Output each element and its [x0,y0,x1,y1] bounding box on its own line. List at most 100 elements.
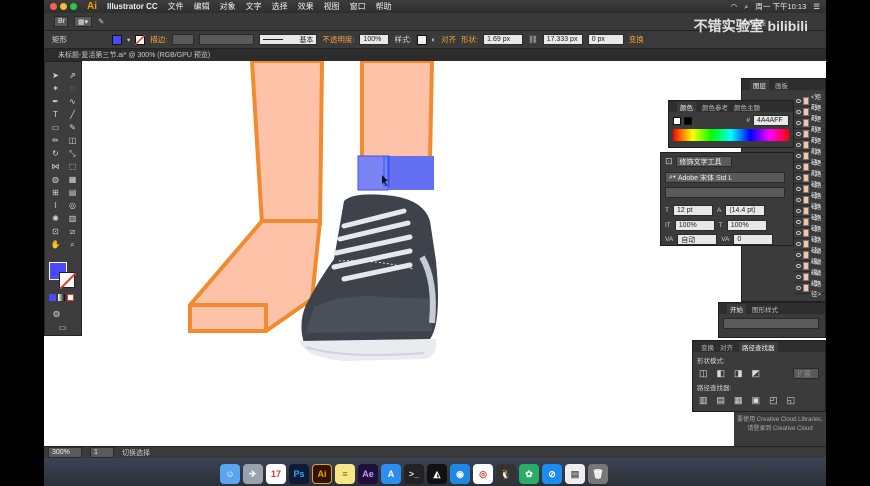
style-swatch[interactable] [416,34,427,45]
visibility-eye-icon[interactable] [796,198,801,202]
selection-tool-icon[interactable]: ➤ [48,70,63,81]
paintbrush-icon[interactable]: ✎ [65,122,80,133]
divide-icon[interactable]: ▥ [699,395,708,406]
zoom-window-button[interactable] [70,3,77,10]
close-window-button[interactable] [50,3,57,10]
wifi-icon[interactable]: ◠ [731,2,738,11]
minus-back-icon[interactable]: ◱ [787,395,796,406]
app-name[interactable]: Illustrator CC [107,2,158,11]
menu-list-icon[interactable]: ☰ [813,2,820,11]
font-family-field[interactable]: ⌕▾ Adobe 宋体 Std L [665,172,785,183]
qq-icon[interactable]: 🐧 [496,464,516,484]
notes-icon[interactable]: ≡ [335,464,355,484]
unity-icon[interactable]: ◭ [427,464,447,484]
color-mode-icon[interactable] [49,294,56,301]
stroke-weight-field[interactable] [172,34,195,45]
menu-file[interactable]: 文件 [168,1,184,12]
search-icon[interactable]: ⌕ [744,2,748,12]
crop-icon[interactable]: ▣ [752,395,761,406]
visibility-eye-icon[interactable] [796,275,801,279]
menu-type[interactable]: 文字 [246,1,262,12]
appearance-field[interactable] [723,318,819,329]
tab-artboards[interactable]: 画板 [775,80,788,90]
calendar-icon[interactable]: 17 [266,464,286,484]
visibility-eye-icon[interactable] [796,264,801,268]
app-store-icon[interactable]: A [381,464,401,484]
expand-button[interactable]: 扩展 [793,368,819,379]
menu-edit[interactable]: 编辑 [194,1,210,12]
visibility-eye-icon[interactable] [796,154,801,158]
touch-type-button[interactable]: 修饰文字工具 [675,156,732,167]
fill-mini-swatch[interactable] [684,116,692,125]
wechat-icon[interactable]: ✿ [519,464,539,484]
height-field[interactable]: 17.333 px [542,34,583,45]
br-icon[interactable]: Br [54,16,68,27]
hand-tool-icon[interactable]: ✋ [48,239,63,250]
gradient-tool-icon[interactable]: ▤ [65,187,80,198]
shape-builder-icon[interactable]: ◍ [48,174,63,185]
right-leg[interactable] [360,61,435,161]
visibility-eye-icon[interactable] [796,187,801,191]
clock[interactable]: 周一 下午10:13 [755,1,806,12]
font-size-field[interactable]: 12 pt [672,205,713,216]
visibility-eye-icon[interactable] [796,176,801,180]
outline-icon[interactable]: ◰ [769,395,778,406]
transform-label[interactable]: 变换 [629,34,644,45]
opacity-field[interactable]: 100% [359,34,390,45]
intersect-icon[interactable]: ◨ [734,368,743,379]
left-leg[interactable] [249,61,325,225]
tab-layers[interactable]: 图层 [750,79,769,90]
trash-icon[interactable]: 🗑 [588,464,608,484]
fill-swatch[interactable] [112,34,122,45]
shape-label[interactable]: 形状: [461,34,478,45]
menu-window[interactable]: 窗口 [350,1,366,12]
stroke-color-box[interactable] [59,272,76,289]
stroke-mini-swatch[interactable] [673,116,681,125]
pen-tool-icon[interactable]: ✒ [48,96,63,107]
screen-mode-icon[interactable]: ▭ [55,322,70,333]
tab-color-themes[interactable]: 颜色主题 [734,102,760,112]
zoom-field[interactable]: 300% [48,447,82,458]
color-spectrum[interactable] [673,129,789,141]
minimize-window-button[interactable] [60,3,67,10]
width-field[interactable]: 1.69 px [483,34,524,45]
safari-icon[interactable]: ⊘ [542,464,562,484]
none-mode-icon[interactable] [67,294,74,301]
pencil-icon[interactable]: ✏ [48,135,63,146]
perspective-grid-icon[interactable]: ▦ [65,174,80,185]
unite-icon[interactable]: ◫ [699,368,708,379]
gradient-mode-icon[interactable] [58,294,65,301]
width-tool-icon[interactable]: ⋈ [48,161,63,172]
artboard-tool-icon[interactable]: ⊡ [48,226,63,237]
tab-color-guide[interactable]: 颜色参考 [702,102,728,112]
link-icon[interactable]: ⛓ [528,35,538,44]
after-effects-icon[interactable]: Ae [358,464,378,484]
photoshop-icon[interactable]: Ps [289,464,309,484]
visibility-eye-icon[interactable] [796,253,801,257]
exclude-icon[interactable]: ◩ [752,368,761,379]
menu-effect[interactable]: 效果 [298,1,314,12]
align-label[interactable]: 对齐 [441,34,456,45]
rotate-tool-icon[interactable]: ↻ [48,148,63,159]
layout-icon[interactable]: ▦▾ [74,16,92,27]
visibility-eye-icon[interactable] [796,132,801,136]
pen-icon[interactable]: ✎ [98,17,104,26]
horizontal-scale-field[interactable]: 100% [726,220,767,231]
recolor-icon[interactable]: ◐ [432,35,437,44]
menu-view[interactable]: 视图 [324,1,340,12]
tab-graphic-styles[interactable]: 图形样式 [752,304,778,314]
tracking-field[interactable]: 0 [733,234,774,245]
menu-help[interactable]: 帮助 [376,1,392,12]
vertical-scale-field[interactable]: 100% [674,220,715,231]
stroke-swatch[interactable] [135,34,146,45]
tab-transform[interactable]: 变换 [701,342,714,352]
kerning-field[interactable]: 自动 [677,234,718,245]
stroke-style-field[interactable]: 基本 [259,34,318,45]
visibility-eye-icon[interactable] [796,231,801,235]
blend-tool-icon[interactable]: ◎ [65,200,80,211]
zoom-tool-icon[interactable]: ⌕ [65,239,80,250]
font-style-field[interactable] [665,187,785,198]
files-icon[interactable]: ▤ [565,464,585,484]
tab-pathfinder[interactable]: 路径查找器 [739,341,778,352]
free-transform-icon[interactable]: ⬚ [65,161,80,172]
